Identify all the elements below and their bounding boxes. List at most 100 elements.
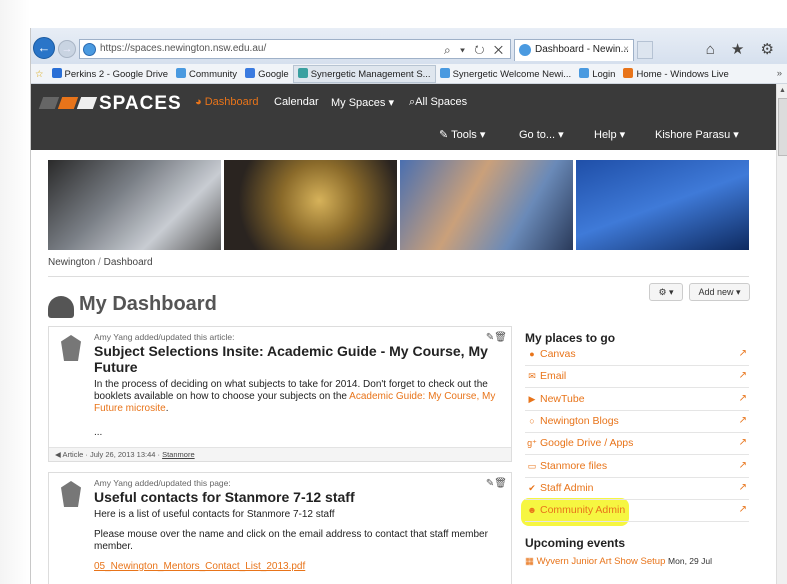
place-link[interactable]: ✉ Email ↗ <box>525 366 749 389</box>
favorite-icon <box>439 68 450 78</box>
stanmore-link[interactable]: Stanmore <box>162 450 195 459</box>
url-text: https://spaces.newington.nsw.edu.au/ <box>100 43 267 54</box>
page-title: My Dashboard <box>79 293 217 315</box>
card-body-line-1: Here is a list of useful contacts for St… <box>94 509 335 520</box>
nav-calendar[interactable]: Calendar <box>274 96 319 108</box>
favorite-icon <box>297 68 308 78</box>
place-icon: ✔ <box>528 482 536 493</box>
external-link-icon[interactable]: ↗ <box>739 500 747 520</box>
nav-goto[interactable]: Go to... ▾ <box>519 128 564 141</box>
place-link[interactable]: ○ Newington Blogs ↗ <box>525 411 749 433</box>
settings-dropdown-button[interactable]: ⚙ ▾ <box>649 283 683 301</box>
place-icon: ✉ <box>528 371 536 382</box>
breadcrumb: Newington / Dashboard <box>48 257 153 268</box>
place-link[interactable]: ▭ Stanmore files ↗ <box>525 456 749 478</box>
edit-delete-icons[interactable]: ✎🗑 <box>486 478 507 489</box>
external-link-icon[interactable]: ↗ <box>739 433 747 453</box>
back-button[interactable]: ← <box>33 37 55 59</box>
card-body-line-2: Please mouse over the name and click on … <box>94 529 488 552</box>
favorites-bar: ☆ Perkins 2 - Google Drive Community Google… <box>31 64 787 84</box>
favorite-item[interactable]: Google <box>241 66 293 83</box>
external-link-icon[interactable]: ↗ <box>739 344 747 364</box>
pdf-file-link[interactable]: 05_Newington_Mentors_Contact_List_2013.p… <box>94 561 499 573</box>
external-link-icon[interactable]: ↗ <box>739 456 747 476</box>
favorite-item[interactable]: Synergetic Management S... <box>292 65 436 83</box>
banner-image <box>48 160 749 250</box>
nav-all-spaces[interactable]: ⌕All Spaces <box>409 96 467 109</box>
scroll-thumb[interactable] <box>778 98 787 156</box>
breadcrumb-separator: / <box>98 257 101 268</box>
nav-my-spaces[interactable]: My Spaces ▾ <box>331 96 394 109</box>
divider <box>48 276 749 277</box>
external-link-icon[interactable]: ↗ <box>739 389 747 409</box>
new-tab-button[interactable] <box>637 41 653 59</box>
events-heading: Upcoming events <box>525 536 626 550</box>
external-link-icon[interactable]: ↗ <box>739 411 747 431</box>
ie-page-icon <box>83 43 96 56</box>
card-meta: Amy Yang added/updated this article: <box>94 332 235 342</box>
nav-user[interactable]: Kishore Parasu ▾ <box>655 128 739 141</box>
favorite-icon <box>623 68 634 78</box>
spaces-logo[interactable]: SPACES <box>99 93 182 115</box>
external-link-icon[interactable]: ↗ <box>739 366 747 386</box>
place-link[interactable]: ● Canvas ↗ <box>525 344 749 366</box>
card-title[interactable]: Useful contacts for Stanmore 7-12 staff <box>94 489 494 505</box>
places-heading: My places to go <box>525 331 616 345</box>
window-shadow <box>0 0 30 584</box>
newington-crest-icon <box>61 481 81 507</box>
url-field[interactable]: https://spaces.newington.nsw.edu.au/ ⌕ ▾… <box>79 39 511 59</box>
nav-tools[interactable]: ✎ Tools ▾ <box>439 128 485 141</box>
wrench-icon: ✎ <box>439 129 452 141</box>
dashboard-gauge-icon <box>48 296 74 318</box>
breadcrumb-current: Dashboard <box>103 257 153 268</box>
favorite-icon <box>245 68 256 78</box>
banner-photo-3 <box>400 160 573 250</box>
place-link[interactable]: ☻ Community Admin ↗ <box>525 500 749 523</box>
card-title[interactable]: Subject Selections Insite: Academic Guid… <box>94 343 494 375</box>
browser-tab-active[interactable]: Dashboard - Newin... × <box>514 39 634 61</box>
screenshot-frame: ← → https://spaces.newington.nsw.edu.au/… <box>0 0 787 584</box>
banner-photo-2 <box>224 160 397 250</box>
page-scrollbar[interactable]: ▲ <box>776 84 787 584</box>
activity-card: ✎🗑 Amy Yang added/updated this page: Use… <box>48 472 512 584</box>
edit-delete-icons[interactable]: ✎🗑 <box>486 332 507 343</box>
place-icon: ○ <box>529 415 535 426</box>
event-date: Mon, 29 Jul <box>668 556 712 566</box>
favorites-more-icon[interactable]: » <box>773 65 786 83</box>
card-ellipsis: ... <box>94 427 103 438</box>
tab-favicon-icon <box>519 44 531 56</box>
breadcrumb-home[interactable]: Newington <box>48 257 95 268</box>
event-item[interactable]: ▦ Wyvern Junior Art Show Setup Mon, 29 J… <box>525 556 712 567</box>
address-bar-area: ← → https://spaces.newington.nsw.edu.au/… <box>31 28 787 64</box>
favorite-item[interactable]: Login <box>575 66 619 83</box>
top-navigation: SPACES ◕ Dashboard Calendar My Spaces ▾ … <box>31 84 776 150</box>
web-page: SPACES ◕ Dashboard Calendar My Spaces ▾ … <box>31 84 787 584</box>
card-meta: Amy Yang added/updated this page: <box>94 478 231 488</box>
place-icon: g⁺ <box>527 438 537 449</box>
favorite-item[interactable]: Community <box>172 66 241 83</box>
card-body: In the process of deciding on what subje… <box>94 379 496 414</box>
favorite-item[interactable]: Perkins 2 - Google Drive <box>48 66 172 83</box>
tab-close-icon[interactable]: × <box>623 40 629 60</box>
place-icon: ☻ <box>527 505 537 516</box>
url-tools-icons[interactable]: ⌕ ▾ ↻ ✕ <box>444 41 506 59</box>
external-link-icon[interactable]: ↗ <box>739 478 747 498</box>
scroll-up-icon[interactable]: ▲ <box>779 87 786 94</box>
nav-help[interactable]: Help ▾ <box>594 128 625 141</box>
dashboard-icon: ◕ <box>195 96 205 108</box>
place-link[interactable]: g⁺ Google Drive / Apps ↗ <box>525 433 749 456</box>
favorite-item[interactable]: Synergetic Welcome Newi... <box>436 66 576 83</box>
place-link[interactable]: ▶ NewTube ↗ <box>525 389 749 411</box>
forward-button[interactable]: → <box>58 40 76 58</box>
place-icon: ▶ <box>528 393 536 404</box>
add-new-button[interactable]: Add new ▾ <box>689 283 750 301</box>
calendar-icon: ▦ <box>525 556 537 567</box>
place-icon: ▭ <box>527 460 537 471</box>
favorite-item[interactable]: Home - Windows Live <box>619 66 732 83</box>
home-star-gear-icons[interactable]: ⌂ ★ ⚙ <box>706 40 780 58</box>
favorite-icon <box>176 68 187 78</box>
browser-window: ← → https://spaces.newington.nsw.edu.au/… <box>30 28 787 584</box>
nav-dashboard[interactable]: ◕ Dashboard <box>195 96 259 108</box>
favorites-star-icon[interactable]: ☆ <box>31 66 48 83</box>
place-link[interactable]: ✔ Staff Admin ↗ <box>525 478 749 500</box>
